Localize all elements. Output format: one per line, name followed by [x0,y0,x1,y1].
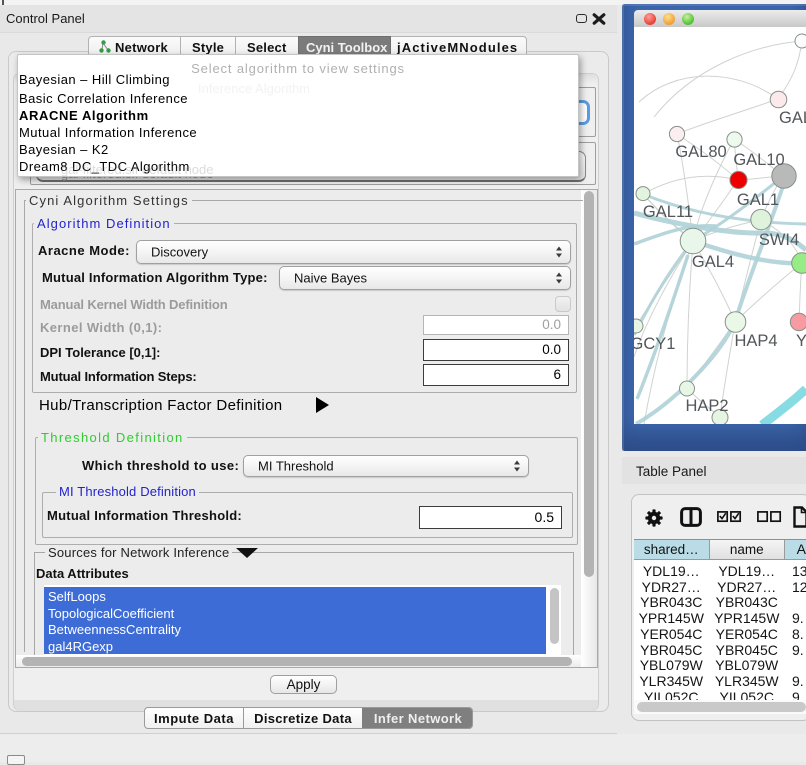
svg-text:GAL10: GAL10 [733,151,784,169]
svg-text:HAP2: HAP2 [685,397,728,415]
svg-text:SWI4: SWI4 [759,231,799,249]
svg-text:GAL80: GAL80 [675,143,726,161]
svg-text:GAL11: GAL11 [643,203,693,221]
svg-text:GAL2: GAL2 [779,109,806,127]
svg-text:GCY1: GCY1 [634,335,675,353]
svg-text:GAL4: GAL4 [692,253,734,271]
svg-text:HAP4: HAP4 [734,332,777,350]
svg-text:YM: YM [796,332,806,350]
svg-text:GAL1: GAL1 [737,191,779,209]
